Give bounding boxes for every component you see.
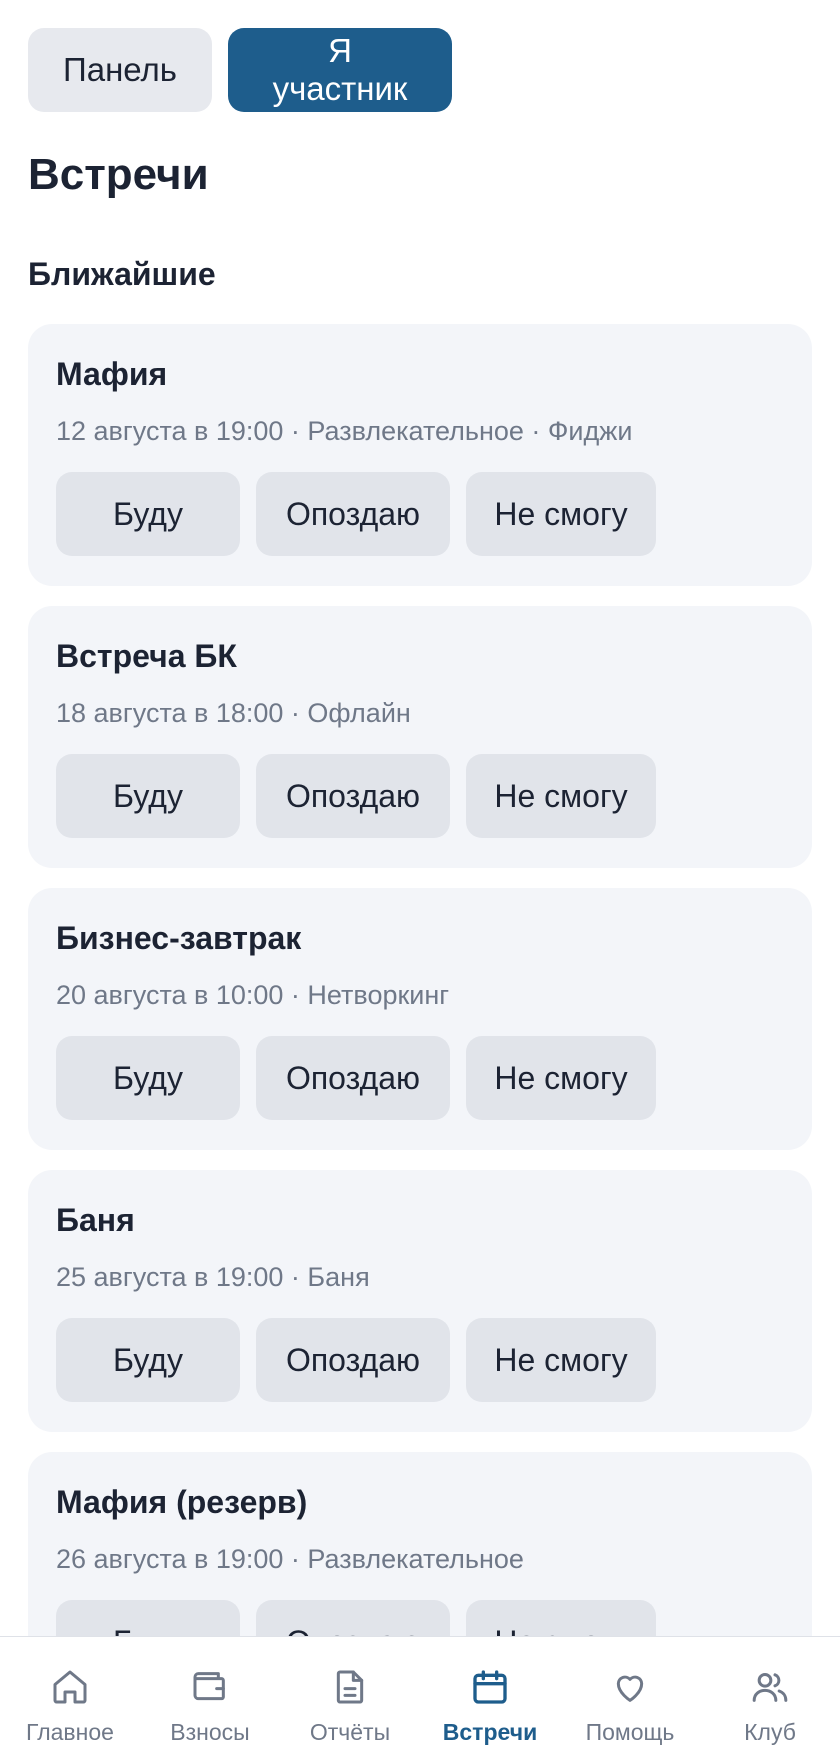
event-meta: 25 августа в 19:00 · Баня <box>56 1262 370 1292</box>
event-actions: Буду Опоздаю Не смогу <box>56 1318 784 1402</box>
panel-tab-button[interactable]: Панель <box>28 28 212 112</box>
tab-meetings[interactable]: Встречи <box>420 1637 560 1760</box>
tab-reports[interactable]: Отчёты <box>280 1637 420 1760</box>
event-card: Мафия (резерв) 26 августа в 19:00 · Разв… <box>28 1452 812 1636</box>
section-title-upcoming: Ближайшие <box>28 256 216 292</box>
event-card: Баня 25 августа в 19:00 · Баня Буду Опоз… <box>28 1170 812 1432</box>
heart-icon <box>616 1675 644 1702</box>
decline-button[interactable]: Не смогу <box>466 1600 656 1636</box>
tab-label: Встречи <box>442 1719 538 1745</box>
home-icon <box>53 1670 87 1704</box>
tab-home[interactable]: Главное <box>0 1637 140 1760</box>
event-title: Встреча БК <box>56 638 237 674</box>
event-card: Встреча БК 18 августа в 18:00 · Офлайн Б… <box>28 606 812 868</box>
event-title: Бизнес-завтрак <box>56 920 302 956</box>
event-actions: Буду Опоздаю Не смогу <box>56 1600 784 1636</box>
tab-help[interactable]: Помощь <box>560 1637 700 1760</box>
decline-button[interactable]: Не смогу <box>466 754 656 838</box>
tab-label: Взносы <box>170 1719 250 1745</box>
wallet-icon <box>193 1672 225 1701</box>
late-button[interactable]: Опоздаю <box>256 1600 450 1636</box>
event-card: Бизнес-завтрак 20 августа в 10:00 · Нетв… <box>28 888 812 1150</box>
event-title: Мафия <box>56 356 168 392</box>
late-button[interactable]: Опоздаю <box>256 1036 450 1120</box>
attend-button[interactable]: Буду <box>56 1318 240 1402</box>
late-button[interactable]: Опоздаю <box>256 472 450 556</box>
page-title: Встречи <box>28 150 209 199</box>
mode-switch: Панель Я участник <box>28 28 452 112</box>
event-actions: Буду Опоздаю Не смогу <box>56 754 784 838</box>
tab-label: Главное <box>26 1719 114 1745</box>
event-meta: 26 августа в 19:00 · Развлекательное <box>56 1544 524 1574</box>
decline-button[interactable]: Не смогу <box>466 1318 656 1402</box>
event-meta: 18 августа в 18:00 · Офлайн <box>56 698 411 728</box>
decline-button[interactable]: Не смогу <box>466 1036 656 1120</box>
calendar-icon <box>473 1670 507 1704</box>
events-list: Мафия 12 августа в 19:00 · Развлекательн… <box>28 324 812 1636</box>
attend-button[interactable]: Буду <box>56 1600 240 1636</box>
event-meta: 20 августа в 10:00 · Нетворкинг <box>56 980 450 1010</box>
decline-button[interactable]: Не смогу <box>466 472 656 556</box>
tab-label: Помощь <box>585 1719 675 1745</box>
late-button[interactable]: Опоздаю <box>256 1318 450 1402</box>
event-actions: Буду Опоздаю Не смогу <box>56 1036 784 1120</box>
event-card: Мафия 12 августа в 19:00 · Развлекательн… <box>28 324 812 586</box>
event-title: Баня <box>56 1202 135 1238</box>
event-actions: Буду Опоздаю Не смогу <box>56 472 784 556</box>
tab-dues[interactable]: Взносы <box>140 1637 280 1760</box>
tab-club[interactable]: Клуб <box>700 1637 840 1760</box>
tab-label: Клуб <box>744 1719 796 1745</box>
late-button[interactable]: Опоздаю <box>256 754 450 838</box>
attend-button[interactable]: Буду <box>56 754 240 838</box>
event-title: Мафия (резерв) <box>56 1484 308 1520</box>
tab-label: Отчёты <box>309 1719 391 1745</box>
users-icon <box>752 1673 788 1702</box>
bottom-tab-bar: Главное Взносы Отчёты Встречи Помощь Клу… <box>0 1636 840 1760</box>
attend-button[interactable]: Буду <box>56 472 240 556</box>
member-tab-button[interactable]: Я участник <box>228 28 452 112</box>
event-meta: 12 августа в 19:00 · Развлекательное · Ф… <box>56 416 633 446</box>
document-icon <box>336 1670 364 1704</box>
attend-button[interactable]: Буду <box>56 1036 240 1120</box>
